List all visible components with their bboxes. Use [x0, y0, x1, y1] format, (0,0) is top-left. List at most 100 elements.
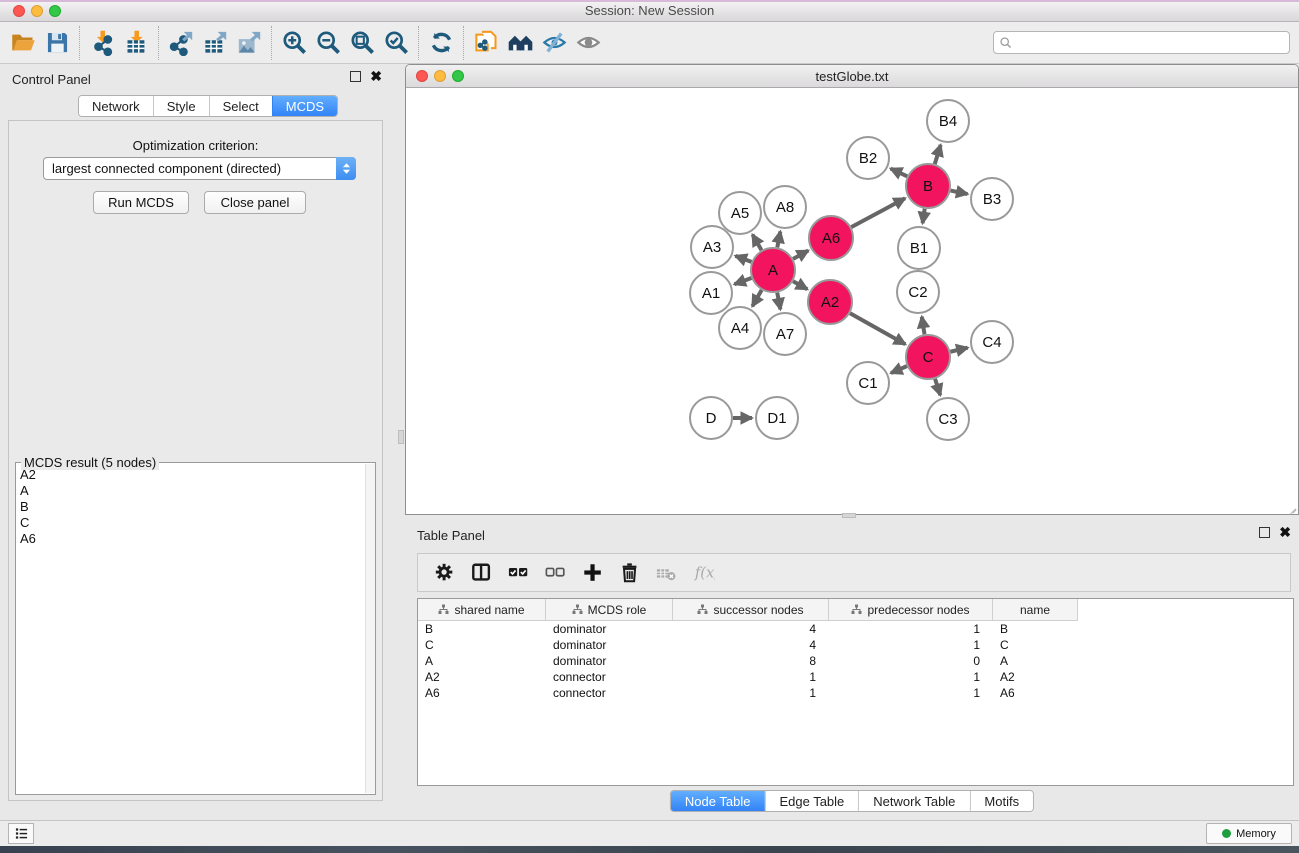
network-window-titlebar[interactable]: testGlobe.txt	[406, 65, 1298, 88]
tab-network-table[interactable]: Network Table	[858, 791, 969, 811]
column-header-predecessor-nodes[interactable]: predecessor nodes	[829, 599, 993, 621]
node-table[interactable]: shared nameMCDS rolesuccessor nodesprede…	[417, 598, 1294, 786]
graph-node-A7[interactable]: A7	[764, 313, 806, 355]
table-cell[interactable]: C	[993, 637, 1078, 653]
edge-B-B1[interactable]	[923, 209, 925, 223]
graph-node-C2[interactable]: C2	[897, 271, 939, 313]
edge-A-A3[interactable]	[735, 256, 751, 262]
trash-icon[interactable]	[613, 558, 646, 588]
close-panel-button[interactable]: Close panel	[204, 191, 306, 214]
graph-node-B3[interactable]: B3	[971, 178, 1013, 220]
column-header-name[interactable]: name	[993, 599, 1078, 621]
table-cell[interactable]: connector	[546, 669, 673, 685]
zoom-out-icon[interactable]	[311, 27, 345, 59]
run-mcds-button[interactable]: Run MCDS	[93, 191, 189, 214]
result-list-item[interactable]: B	[17, 499, 364, 515]
result-list-item[interactable]: C	[17, 515, 364, 531]
tab-mcds[interactable]: MCDS	[272, 96, 337, 116]
table-row[interactable]: Bdominator41B	[418, 621, 1293, 637]
table-cell[interactable]: 1	[829, 669, 993, 685]
table-row[interactable]: A2connector11A2	[418, 669, 1293, 685]
search-input[interactable]	[1013, 32, 1289, 53]
window-resize-grip[interactable]	[1287, 503, 1297, 513]
horizontal-splitter-handle[interactable]	[842, 513, 856, 518]
edge-C-C4[interactable]	[950, 348, 967, 352]
table-row[interactable]: Adominator80A	[418, 653, 1293, 669]
edge-A-A5[interactable]	[753, 235, 762, 250]
table-row[interactable]: Cdominator41C	[418, 637, 1293, 653]
close-panel-icon[interactable]: ✖	[370, 71, 382, 82]
plus-icon[interactable]	[576, 558, 609, 588]
graph-node-B2[interactable]: B2	[847, 137, 889, 179]
graph-node-B4[interactable]: B4	[927, 100, 969, 142]
zoom-in-icon[interactable]	[277, 27, 311, 59]
table-cell[interactable]: C	[418, 637, 546, 653]
import-network-icon[interactable]	[85, 27, 119, 59]
columns-icon[interactable]	[465, 558, 498, 588]
table-cell[interactable]: A2	[418, 669, 546, 685]
edge-A2-C[interactable]	[850, 313, 905, 344]
tab-network[interactable]: Network	[79, 96, 153, 116]
graph-node-B[interactable]: B	[906, 164, 950, 208]
tab-node-table[interactable]: Node Table	[671, 791, 765, 811]
table-cell[interactable]: A	[993, 653, 1078, 669]
table-cell[interactable]: 1	[829, 685, 993, 701]
criterion-dropdown[interactable]: largest connected component (directed)	[43, 157, 356, 180]
table-cell[interactable]: 8	[673, 653, 829, 669]
graph-node-B1[interactable]: B1	[898, 227, 940, 269]
graph-node-A[interactable]: A	[751, 248, 795, 292]
memory-button[interactable]: Memory	[1206, 823, 1292, 844]
table-cell[interactable]: A2	[993, 669, 1078, 685]
tab-select[interactable]: Select	[209, 96, 272, 116]
gear-icon[interactable]	[428, 558, 461, 588]
result-list-item[interactable]: A2	[17, 467, 364, 483]
edge-C-C3[interactable]	[935, 379, 940, 395]
graph-node-A1[interactable]: A1	[690, 272, 732, 314]
table-cell[interactable]: 1	[829, 621, 993, 637]
table-cell[interactable]: 4	[673, 637, 829, 653]
table-cell[interactable]: B	[418, 621, 546, 637]
graph-node-D[interactable]: D	[690, 397, 732, 439]
edge-A-A7[interactable]	[777, 293, 780, 310]
clone-network-icon[interactable]	[469, 27, 503, 59]
network-canvas[interactable]: B4B2BB3A5A8A6B1A3AA1C2A2A4A7CC4C1C3DD1	[406, 89, 1298, 514]
table-cell[interactable]: A	[418, 653, 546, 669]
refresh-icon[interactable]	[424, 27, 458, 59]
graph-node-C1[interactable]: C1	[847, 362, 889, 404]
graph-node-A5[interactable]: A5	[719, 192, 761, 234]
edge-A6-B[interactable]	[851, 198, 905, 227]
float-table-panel-icon[interactable]	[1259, 527, 1270, 538]
graph-node-C4[interactable]: C4	[971, 321, 1013, 363]
table-cell[interactable]: dominator	[546, 621, 673, 637]
grid-remove-icon[interactable]	[650, 558, 683, 588]
table-cell[interactable]: B	[993, 621, 1078, 637]
table-cell[interactable]: 0	[829, 653, 993, 669]
export-image-icon[interactable]	[232, 27, 266, 59]
graph-node-A2[interactable]: A2	[808, 280, 852, 324]
graph-node-A8[interactable]: A8	[764, 186, 806, 228]
edge-B-B2[interactable]	[891, 169, 908, 177]
edge-C-C2[interactable]	[922, 317, 925, 335]
open-folder-icon[interactable]	[6, 27, 40, 59]
float-panel-icon[interactable]	[350, 71, 361, 82]
table-cell[interactable]: 1	[673, 685, 829, 701]
tab-edge-table[interactable]: Edge Table	[764, 791, 858, 811]
close-table-panel-icon[interactable]: ✖	[1279, 527, 1291, 538]
tab-motifs[interactable]: Motifs	[969, 791, 1033, 811]
table-cell[interactable]: dominator	[546, 653, 673, 669]
table-cell[interactable]: A6	[418, 685, 546, 701]
zoom-fit-icon[interactable]	[345, 27, 379, 59]
edge-C-C1[interactable]	[891, 366, 907, 373]
checks-off-icon[interactable]	[539, 558, 572, 588]
graph-node-D1[interactable]: D1	[756, 397, 798, 439]
graph-node-A4[interactable]: A4	[719, 307, 761, 349]
vertical-splitter-handle[interactable]	[398, 430, 404, 444]
edge-A-A6[interactable]	[793, 251, 808, 259]
import-table-icon[interactable]	[119, 27, 153, 59]
hide-eye-icon[interactable]	[537, 27, 571, 59]
show-panels-button[interactable]	[8, 823, 34, 844]
table-cell[interactable]: A6	[993, 685, 1078, 701]
eye-icon[interactable]	[571, 27, 605, 59]
table-cell[interactable]: 1	[673, 669, 829, 685]
column-header-successor-nodes[interactable]: successor nodes	[673, 599, 829, 621]
